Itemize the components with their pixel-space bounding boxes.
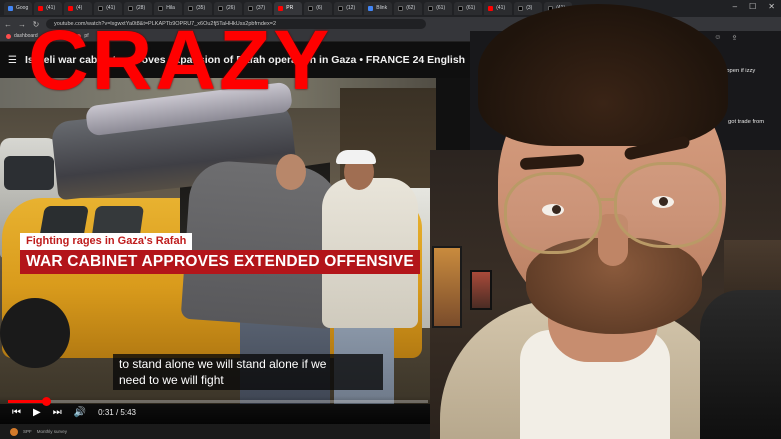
tab-label: (41) (496, 5, 506, 11)
x-logo-icon (458, 6, 464, 11)
x-logo-icon (218, 6, 224, 11)
caption-line: need to we will fight (119, 373, 224, 387)
x-logo-icon (308, 6, 314, 11)
tab-label: Blink (376, 5, 388, 11)
x-logo-icon (158, 6, 164, 11)
x-logo-icon (518, 6, 524, 11)
x-logo-icon (128, 6, 134, 11)
person-head (276, 154, 306, 190)
tab-label: Goog (16, 5, 29, 11)
news-lower-third: Fighting rages in Gaza's Rafah WAR CABIN… (20, 231, 420, 274)
progress-bar[interactable] (8, 397, 428, 406)
white-car-window (4, 156, 54, 190)
channel-subtitle: Monthly survey (36, 429, 68, 434)
streamer-hair (478, 4, 728, 146)
player-controls: ⏮ ▶ ⏭ 🔊 0:31 / 5:43 (12, 404, 136, 420)
white-cap (336, 150, 376, 164)
site-icon (8, 6, 13, 11)
lower-third-kicker: Fighting rages in Gaza's Rafah (20, 233, 193, 250)
glasses-lens (504, 172, 602, 254)
lower-third-headline: WAR CABINET APPROVES EXTENDED OFFENSIVE (20, 250, 420, 274)
bookmark-icon (6, 33, 11, 39)
x-logo-icon (248, 6, 254, 11)
forward-icon[interactable]: → (18, 20, 26, 29)
x-logo-icon (188, 6, 194, 11)
channel-name: SPF (23, 429, 32, 434)
tab-label: (3) (526, 5, 533, 11)
x-logo-icon (428, 6, 434, 11)
browser-tab[interactable]: (12) (334, 2, 363, 15)
browser-tab[interactable]: (61) (424, 2, 453, 15)
avatar (10, 427, 18, 436)
x-logo-icon (98, 6, 104, 11)
tab-label: (62) (406, 5, 416, 11)
share-icon[interactable]: ⇪ (731, 34, 737, 42)
glasses-lens (614, 162, 722, 248)
x-logo-icon (338, 6, 344, 11)
video-captions: to stand alone we will stand alone if we… (113, 354, 383, 390)
browser-tab[interactable]: (62) (394, 2, 423, 15)
wall-poster (470, 270, 492, 310)
browser-tab[interactable]: (41) (484, 2, 513, 15)
next-icon[interactable]: ⏭ (53, 407, 62, 418)
youtube-icon (38, 6, 44, 11)
progress-fill (8, 400, 46, 403)
person-icon[interactable]: ☺ (714, 34, 721, 42)
maximize-icon[interactable]: ☐ (749, 2, 756, 11)
glasses-bridge (598, 198, 616, 201)
time-display: 0:31 / 5:43 (98, 407, 136, 417)
youtube-icon (488, 6, 494, 11)
close-icon[interactable]: ✕ (768, 2, 775, 11)
tab-label: (61) (466, 5, 476, 11)
site-icon (368, 6, 374, 11)
volume-icon[interactable]: 🔊 (74, 407, 86, 418)
window-controls: – ☐ ✕ (733, 2, 775, 11)
play-icon[interactable]: ▶ (33, 407, 41, 418)
microphone (700, 290, 781, 439)
tab-label: (12) (346, 5, 356, 11)
thumbnail-overlay-text: CRAZY (28, 13, 333, 107)
previous-icon[interactable]: ⏮ (12, 407, 21, 418)
tab-label: (61) (436, 5, 446, 11)
menu-icon[interactable]: ☰ (8, 55, 17, 66)
minimize-icon[interactable]: – (733, 2, 737, 11)
chat-message: got trade from (728, 119, 765, 125)
x-logo-icon (398, 6, 404, 11)
caption-line: to stand alone we will stand alone if we (119, 357, 327, 371)
taxi-wheel (0, 298, 70, 368)
youtube-icon (278, 6, 284, 11)
browser-tab[interactable]: (61) (454, 2, 483, 15)
wall-poster (432, 246, 462, 328)
youtube-icon (68, 6, 74, 11)
browser-tab[interactable]: Blink (364, 2, 393, 15)
back-icon[interactable]: ← (4, 20, 12, 29)
